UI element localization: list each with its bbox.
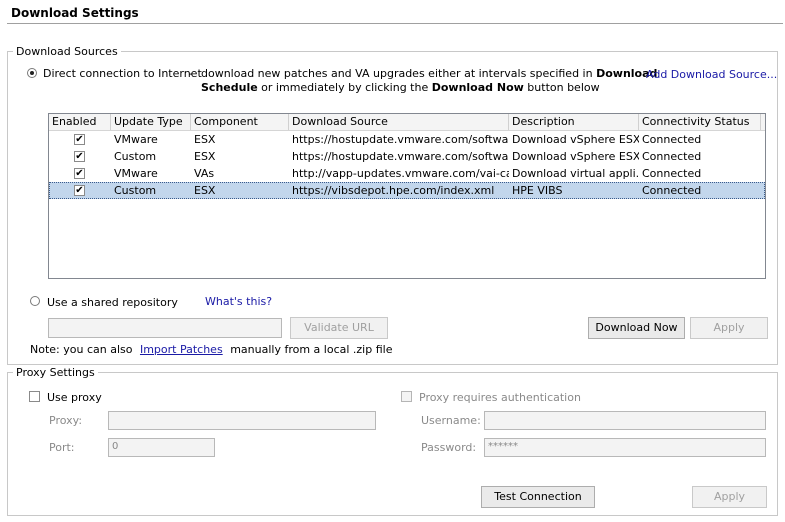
table-row[interactable]: ✔ Custom ESX https://hostupdate.vmware.c…	[49, 148, 765, 165]
row-download-source: https://hostupdate.vmware.com/software/V…	[292, 150, 509, 163]
table-header: Enabled Update Type Component Download S…	[49, 114, 765, 131]
direct-connection-dash: -	[189, 67, 193, 80]
column-header-connectivity-status[interactable]: Connectivity Status	[639, 114, 761, 130]
download-sources-legend: Download Sources	[16, 45, 118, 58]
row-status: Connected	[642, 184, 702, 197]
use-proxy-checkbox[interactable]	[29, 391, 40, 402]
row-update-type: VMware	[114, 167, 158, 180]
shared-repository-radio[interactable]	[30, 296, 40, 306]
password-input[interactable]: ******	[484, 438, 766, 457]
direct-connection-label: Direct connection to Internet	[43, 67, 202, 80]
row-download-source: http://vapp-updates.vmware.com/vai-catal…	[292, 167, 509, 180]
add-download-source-link[interactable]: Add Download Source...	[646, 68, 777, 81]
desc-text-2: or immediately by clicking the	[261, 81, 429, 94]
table-row[interactable]: ✔ VMware ESX https://hostupdate.vmware.c…	[49, 131, 765, 148]
title-divider	[7, 23, 783, 24]
table-row-selected[interactable]: ✔ Custom ESX https://vibsdepot.hpe.com/i…	[49, 182, 765, 199]
proxy-host-input[interactable]	[108, 411, 376, 430]
username-label: Username:	[421, 414, 481, 427]
row-update-type: VMware	[114, 133, 158, 146]
proxy-apply-button[interactable]: Apply	[692, 486, 767, 508]
whats-this-link[interactable]: What's this?	[205, 295, 272, 308]
note-prefix: Note: you can also	[30, 343, 133, 356]
column-header-download-source[interactable]: Download Source	[289, 114, 509, 130]
import-note: Note: you can also Import Patches manual…	[30, 343, 392, 356]
direct-connection-radio[interactable]	[27, 68, 37, 78]
row-update-type: Custom	[114, 150, 157, 163]
shared-repository-label: Use a shared repository	[47, 296, 178, 309]
download-now-button[interactable]: Download Now	[588, 317, 685, 339]
row-enabled-checkbox[interactable]: ✔	[74, 134, 85, 145]
test-connection-button[interactable]: Test Connection	[481, 486, 595, 508]
row-description: Download virtual appli...	[512, 167, 639, 180]
note-suffix: manually from a local .zip file	[230, 343, 393, 356]
username-input[interactable]	[484, 411, 766, 430]
use-proxy-label: Use proxy	[47, 391, 102, 404]
desc-text-1: download new patches and VA upgrades eit…	[201, 67, 593, 80]
row-component: ESX	[194, 184, 216, 197]
proxy-port-label: Port:	[49, 441, 75, 454]
validate-url-button[interactable]: Validate URL	[290, 317, 388, 339]
row-status: Connected	[642, 150, 702, 163]
row-download-source: https://vibsdepot.hpe.com/index.xml	[292, 184, 495, 197]
proxy-auth-label: Proxy requires authentication	[419, 391, 581, 404]
row-status: Connected	[642, 167, 702, 180]
row-component: ESX	[194, 150, 216, 163]
shared-repository-url-input[interactable]	[48, 318, 282, 338]
column-header-description[interactable]: Description	[509, 114, 639, 130]
row-enabled-checkbox[interactable]: ✔	[74, 168, 85, 179]
column-header-enabled[interactable]: Enabled	[49, 114, 111, 130]
proxy-auth-checkbox[interactable]	[401, 391, 412, 402]
desc-bold-download-now: Download Now	[431, 81, 524, 94]
row-description: HPE VIBS	[512, 184, 563, 197]
row-component: ESX	[194, 133, 216, 146]
proxy-host-label: Proxy:	[49, 414, 83, 427]
download-sources-table: Enabled Update Type Component Download S…	[48, 113, 766, 279]
desc-text-3: button below	[527, 81, 600, 94]
row-status: Connected	[642, 133, 702, 146]
table-row[interactable]: ✔ VMware VAs http://vapp-updates.vmware.…	[49, 165, 765, 182]
proxy-port-input[interactable]: 0	[108, 438, 215, 457]
password-label: Password:	[421, 441, 477, 454]
direct-connection-description-line2: Schedule or immediately by clicking the …	[201, 81, 600, 94]
row-download-source: https://hostupdate.vmware.com/software/V…	[292, 133, 509, 146]
column-header-update-type[interactable]: Update Type	[111, 114, 191, 130]
page-title: Download Settings	[11, 6, 139, 20]
row-description: Download vSphere ESX...	[512, 133, 639, 146]
row-update-type: Custom	[114, 184, 157, 197]
import-patches-link[interactable]: Import Patches	[140, 343, 223, 356]
desc-bold-schedule: Schedule	[201, 81, 258, 94]
row-enabled-checkbox[interactable]: ✔	[74, 151, 85, 162]
row-description: Download vSphere ESX...	[512, 150, 639, 163]
column-header-component[interactable]: Component	[191, 114, 289, 130]
sources-apply-button[interactable]: Apply	[690, 317, 768, 339]
row-enabled-checkbox[interactable]: ✔	[74, 185, 85, 196]
proxy-settings-legend: Proxy Settings	[16, 366, 95, 379]
row-component: VAs	[194, 167, 215, 180]
direct-connection-description-line1: download new patches and VA upgrades eit…	[201, 67, 657, 80]
